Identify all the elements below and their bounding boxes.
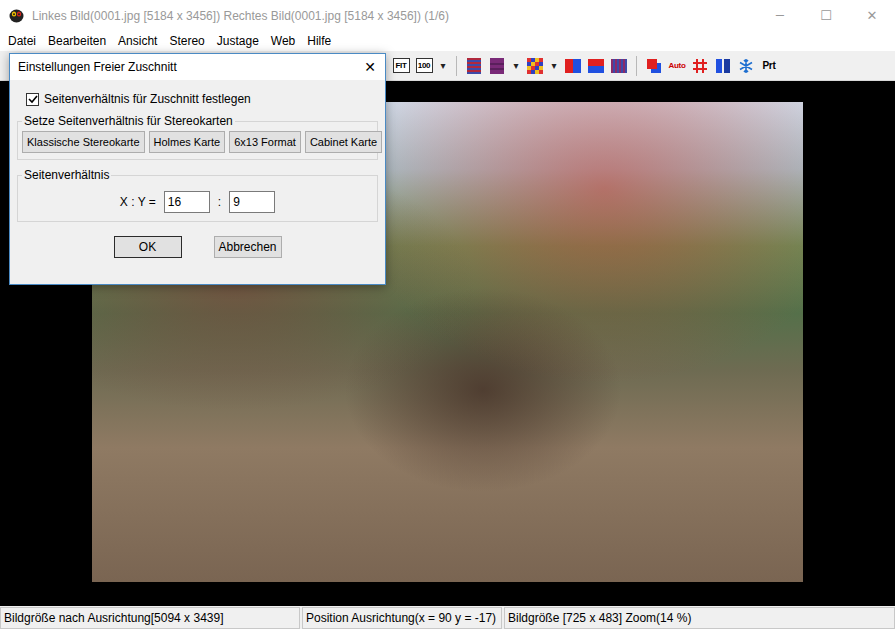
dialog-close-button[interactable]: ✕ (355, 59, 385, 75)
ok-button[interactable]: OK (114, 236, 182, 258)
window-title: Linkes Bild(0001.jpg [5184 x 3456]) Rech… (32, 9, 757, 23)
toolbar-button[interactable] (587, 57, 605, 75)
ratio-separator: : (218, 195, 221, 209)
dropdown-arrow[interactable]: ▾ (511, 57, 521, 75)
toolbar-button[interactable] (737, 57, 755, 75)
title-bar: Linkes Bild(0001.jpg [5184 x 3456]) Rech… (0, 0, 895, 31)
toolbar-button[interactable] (645, 57, 663, 75)
dual-view-icon (715, 58, 731, 74)
maximize-button[interactable]: ☐ (803, 0, 849, 31)
grid-icon (692, 58, 708, 74)
ratio-row: X : Y =: (22, 185, 373, 215)
side-by-side-icon (565, 58, 581, 74)
toolbar-button[interactable] (714, 57, 732, 75)
menu-item[interactable]: Bearbeiten (42, 34, 112, 48)
toolbar-separator (636, 56, 637, 76)
menu-item[interactable]: Datei (2, 34, 42, 48)
overlap-icon (646, 58, 662, 74)
dialog-title: Einstellungen Freier Zuschnitt (18, 60, 355, 74)
status-bar: Bildgröße nach Ausrichtung[5094 x 3439]P… (0, 606, 895, 629)
preset-button[interactable]: Klassische Stereokarte (22, 131, 145, 153)
preset-group: Setze Seitenverhältnis für Stereokarten K… (17, 114, 378, 160)
color-anaglyph-icon (489, 58, 505, 74)
dialog-buttons: OK Abbrechen (17, 236, 378, 258)
toolbar-button[interactable]: Auto (668, 57, 686, 75)
menu-item[interactable]: Web (265, 34, 301, 48)
zoom-100-icon: 100 (416, 58, 433, 73)
crop-settings-dialog: Einstellungen Freier Zuschnitt✕Seitenver… (9, 53, 386, 285)
toolbar-button[interactable] (488, 57, 506, 75)
app-icon (8, 7, 25, 24)
app-window: Linkes Bild(0001.jpg [5184 x 3456]) Rech… (0, 0, 895, 629)
auto-icon: Auto (669, 58, 686, 73)
toolbar-button[interactable]: Prt (760, 57, 778, 75)
menu-item[interactable]: Stereo (163, 34, 210, 48)
dropdown-arrow[interactable]: ▾ (549, 57, 559, 75)
menu-item[interactable]: Hilfe (301, 34, 337, 48)
group-title: Setze Seitenverhältnis für Stereokarten (22, 114, 235, 128)
menu-bar: DateiBearbeitenAnsichtStereoJustageWebHi… (0, 31, 895, 51)
minimize-button[interactable]: ─ (757, 0, 803, 31)
over-under-icon (588, 58, 604, 74)
menu-item[interactable]: Justage (211, 34, 265, 48)
fit-icon: FIT (393, 58, 410, 73)
line-anaglyph-icon (466, 58, 482, 74)
check-icon (28, 94, 38, 104)
dialog-title-bar: Einstellungen Freier Zuschnitt✕ (10, 54, 385, 80)
snowflake-icon (738, 58, 754, 74)
ratio-label: X : Y = (120, 195, 156, 209)
dropdown-arrow[interactable]: ▾ (438, 57, 448, 75)
preset-button[interactable]: Holmes Karte (149, 131, 226, 153)
toolbar-button[interactable] (691, 57, 709, 75)
ratio-y-input[interactable] (229, 191, 275, 213)
toolbar-button[interactable] (465, 57, 483, 75)
toolbar-button[interactable] (610, 57, 628, 75)
toolbar-button[interactable]: FIT (392, 57, 410, 75)
cancel-button[interactable]: Abbrechen (214, 236, 282, 258)
toolbar-button[interactable] (564, 57, 582, 75)
status-pane: Bildgröße nach Ausrichtung[5094 x 3439] (0, 607, 300, 629)
preset-row: Klassische StereokarteHolmes Karte6x13 F… (22, 131, 373, 153)
preset-button[interactable]: Cabinet Karte (305, 131, 382, 153)
status-pane: Position Ausrichtung(x = 90 y = -17) (302, 607, 502, 629)
checkbox-label: Seitenverhältnis für Zuschnitt festlegen (44, 92, 251, 106)
ratio-x-input[interactable] (164, 191, 210, 213)
print-icon: Prt (761, 58, 778, 73)
group-title: Seitenverhältnis (22, 168, 111, 182)
aspect-checkbox-row[interactable]: Seitenverhältnis für Zuschnitt festlegen (17, 92, 378, 106)
checker-icon (527, 58, 543, 74)
close-button[interactable]: ✕ (849, 0, 895, 31)
menu-item[interactable]: Ansicht (112, 34, 163, 48)
dialog-body: Seitenverhältnis für Zuschnitt festlegen… (10, 80, 385, 258)
status-pane: Bildgröße [725 x 483] Zoom(14 %) (504, 607, 895, 629)
toolbar-button[interactable]: 100 (415, 57, 433, 75)
ratio-group: Seitenverhältnis X : Y =: (17, 168, 378, 222)
preset-button[interactable]: 6x13 Format (229, 131, 301, 153)
interlaced-icon (611, 58, 627, 74)
checkbox[interactable] (26, 93, 39, 106)
toolbar-button[interactable] (526, 57, 544, 75)
toolbar-separator (456, 56, 457, 76)
